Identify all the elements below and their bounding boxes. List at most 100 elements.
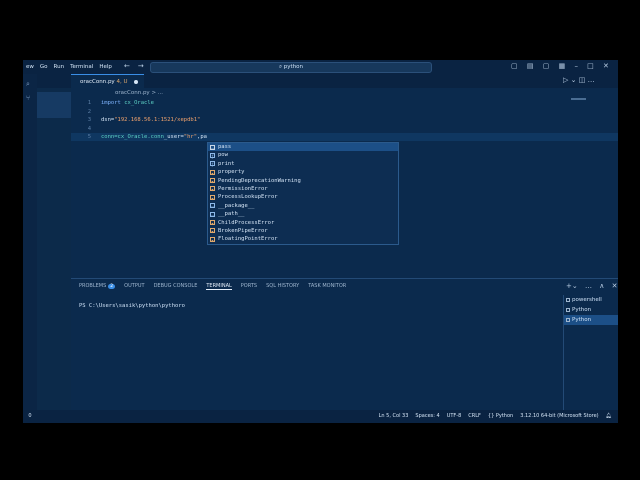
- chevron-down-icon[interactable]: ⌄: [571, 76, 577, 84]
- tab-status: 4, U: [116, 79, 128, 85]
- terminal-item[interactable]: Python: [564, 315, 618, 325]
- close-icon[interactable]: ✕: [603, 62, 609, 70]
- suggestion-label: __path__: [218, 211, 245, 218]
- suggestion-item[interactable]: ◆ property: [208, 168, 398, 176]
- unsaved-dot-icon[interactable]: [134, 80, 138, 84]
- forward-icon[interactable]: →: [138, 62, 144, 70]
- line-ending[interactable]: CRLF: [468, 410, 481, 423]
- toggle-secondary-icon[interactable]: ▢: [543, 62, 550, 70]
- suggestion-label: PendingDeprecationWarning: [218, 177, 301, 184]
- panel-actions: +⌄ … ∧ ✕: [561, 282, 617, 290]
- maximize-icon[interactable]: □: [587, 62, 594, 70]
- split-editor-icon[interactable]: ◫: [579, 76, 586, 84]
- source-control-icon[interactable]: ⑂: [26, 94, 34, 102]
- breadcrumb[interactable]: oracConn.py > ...: [115, 90, 163, 96]
- line-number: 1: [87, 100, 91, 106]
- run-icon[interactable]: ▷: [563, 76, 568, 84]
- terminal-icon: [566, 317, 570, 322]
- terminal-output[interactable]: PS C:\Users\sasik\python\pythoro: [79, 303, 185, 309]
- search-icon[interactable]: ⌕: [26, 80, 34, 88]
- more-icon[interactable]: …: [585, 282, 592, 290]
- suggestion-item[interactable]: ◆ BrokenPipeError: [208, 227, 398, 235]
- terminal-item[interactable]: Python: [564, 305, 618, 315]
- cursor-position[interactable]: Ln 5, Col 33: [379, 410, 409, 423]
- tab-sql-history[interactable]: SQL HISTORY: [266, 283, 299, 290]
- maximize-panel-icon[interactable]: ∧: [599, 282, 604, 290]
- suggestion-item[interactable]: ◆ ChildProcessError: [208, 219, 398, 227]
- add-terminal-icon[interactable]: +⌄: [566, 282, 578, 290]
- code-line-current[interactable]: 5 conn=cx_Oracle.conn_user="hr",pa: [71, 133, 618, 141]
- tab-task-monitor[interactable]: TASK MONITOR: [308, 283, 346, 290]
- back-icon[interactable]: ←: [124, 62, 130, 70]
- code-line[interactable]: 2: [71, 108, 618, 116]
- tab-debug-console[interactable]: DEBUG CONSOLE: [154, 283, 198, 290]
- close-panel-icon[interactable]: ✕: [612, 282, 618, 290]
- menu-help[interactable]: Help: [96, 64, 115, 70]
- line-number: 2: [87, 108, 91, 115]
- code-text: import cx_Oracle: [101, 100, 154, 106]
- suggestion-item[interactable]: ◆ PermissionError: [208, 185, 398, 193]
- menu-view[interactable]: ew: [23, 64, 37, 70]
- keyword-icon: ▭: [210, 144, 215, 151]
- function-icon: ƒ: [210, 152, 215, 159]
- suggestion-item[interactable]: ƒ pow: [208, 151, 398, 159]
- suggestion-item[interactable]: ƒ print: [208, 160, 398, 168]
- line-number: 5: [87, 134, 91, 140]
- indentation[interactable]: Spaces: 4: [415, 410, 439, 423]
- code-text: conn=cx_Oracle.conn_user="hr",pa: [101, 134, 207, 140]
- code-line[interactable]: 3 dsn="192.168.56.1:1521/xepdb1": [71, 116, 618, 124]
- command-center-search[interactable]: ⌕ python: [150, 62, 432, 73]
- bell-icon[interactable]: 🔔︎: [606, 410, 612, 423]
- suggestion-label: PermissionError: [218, 185, 268, 192]
- nav-arrows: ← →: [124, 62, 152, 70]
- class-icon: ◆: [210, 236, 215, 243]
- remote-indicator[interactable]: 0: [23, 410, 37, 423]
- menu-run[interactable]: Run: [51, 64, 68, 70]
- encoding[interactable]: UTF-8: [447, 410, 462, 423]
- suggestion-item[interactable]: ◆ FloatingPointError: [208, 235, 398, 243]
- terminal-icon: [566, 307, 570, 312]
- suggestion-item[interactable]: ◆ PendingDeprecationWarning: [208, 177, 398, 185]
- suggestion-item[interactable]: ◆ ProcessLookupError: [208, 193, 398, 201]
- autocomplete-widget: ▭ pass ƒ pow ƒ print ◆ property ◆ PendingDeprecat…: [207, 142, 399, 245]
- bottom-panel: PROBLEMS 2 OUTPUT DEBUG CONSOLE TERMINAL …: [71, 278, 618, 411]
- status-items: Ln 5, Col 33 Spaces: 4 UTF-8 CRLF {} Pyt…: [379, 410, 612, 423]
- suggestion-label: ChildProcessError: [218, 219, 275, 226]
- code-line[interactable]: 1 import cx_Oracle: [71, 99, 618, 107]
- line-number: 3: [87, 117, 91, 123]
- menu-bar: ew Go Run Terminal Help: [23, 64, 115, 70]
- terminal-item[interactable]: powershell: [564, 295, 618, 305]
- activity-bar: ⌕ ⑂: [23, 74, 37, 410]
- toggle-sidebar-icon[interactable]: ▢: [511, 62, 518, 70]
- class-icon: ◆: [210, 169, 215, 176]
- customize-layout-icon[interactable]: ▦: [559, 62, 566, 70]
- python-interpreter[interactable]: 3.12.10 64-bit (Microsoft Store): [520, 410, 598, 423]
- tab-oracconn[interactable]: oracConn.py 4, U: [71, 74, 144, 88]
- tab-output[interactable]: OUTPUT: [124, 283, 144, 290]
- layout-controls: ▢ ▤ ▢ ▦ – □ ✕: [511, 62, 616, 70]
- menu-go[interactable]: Go: [37, 64, 51, 70]
- minimize-icon[interactable]: –: [574, 62, 578, 70]
- sidebar-selection: [37, 92, 71, 118]
- more-icon[interactable]: …: [588, 76, 595, 84]
- sidebar: [37, 88, 71, 410]
- code-line[interactable]: 4: [71, 125, 618, 133]
- class-icon: ◆: [210, 220, 215, 227]
- suggestion-item[interactable]: ▭ pass: [208, 143, 398, 152]
- tab-terminal[interactable]: TERMINAL: [206, 283, 232, 290]
- suggestion-label: ProcessLookupError: [218, 194, 278, 201]
- problems-badge: 2: [108, 284, 116, 289]
- menu-terminal[interactable]: Terminal: [67, 64, 96, 70]
- tab-problems[interactable]: PROBLEMS 2: [79, 283, 116, 290]
- suggestion-label: __package__: [218, 202, 255, 209]
- terminal-icon: [566, 297, 570, 302]
- suggestion-label: print: [218, 160, 235, 167]
- terminal-list: powershell Python Python: [563, 295, 618, 411]
- suggestion-item[interactable]: ▭ __package__: [208, 202, 398, 210]
- suggestion-item[interactable]: ▭ __path__: [208, 210, 398, 218]
- suggestion-label: BrokenPipeError: [218, 227, 268, 234]
- tab-ports[interactable]: PORTS: [241, 283, 257, 290]
- toggle-panel-icon[interactable]: ▤: [527, 62, 534, 70]
- language-mode[interactable]: {} Python: [488, 410, 513, 423]
- suggestion-label: pass: [218, 144, 232, 150]
